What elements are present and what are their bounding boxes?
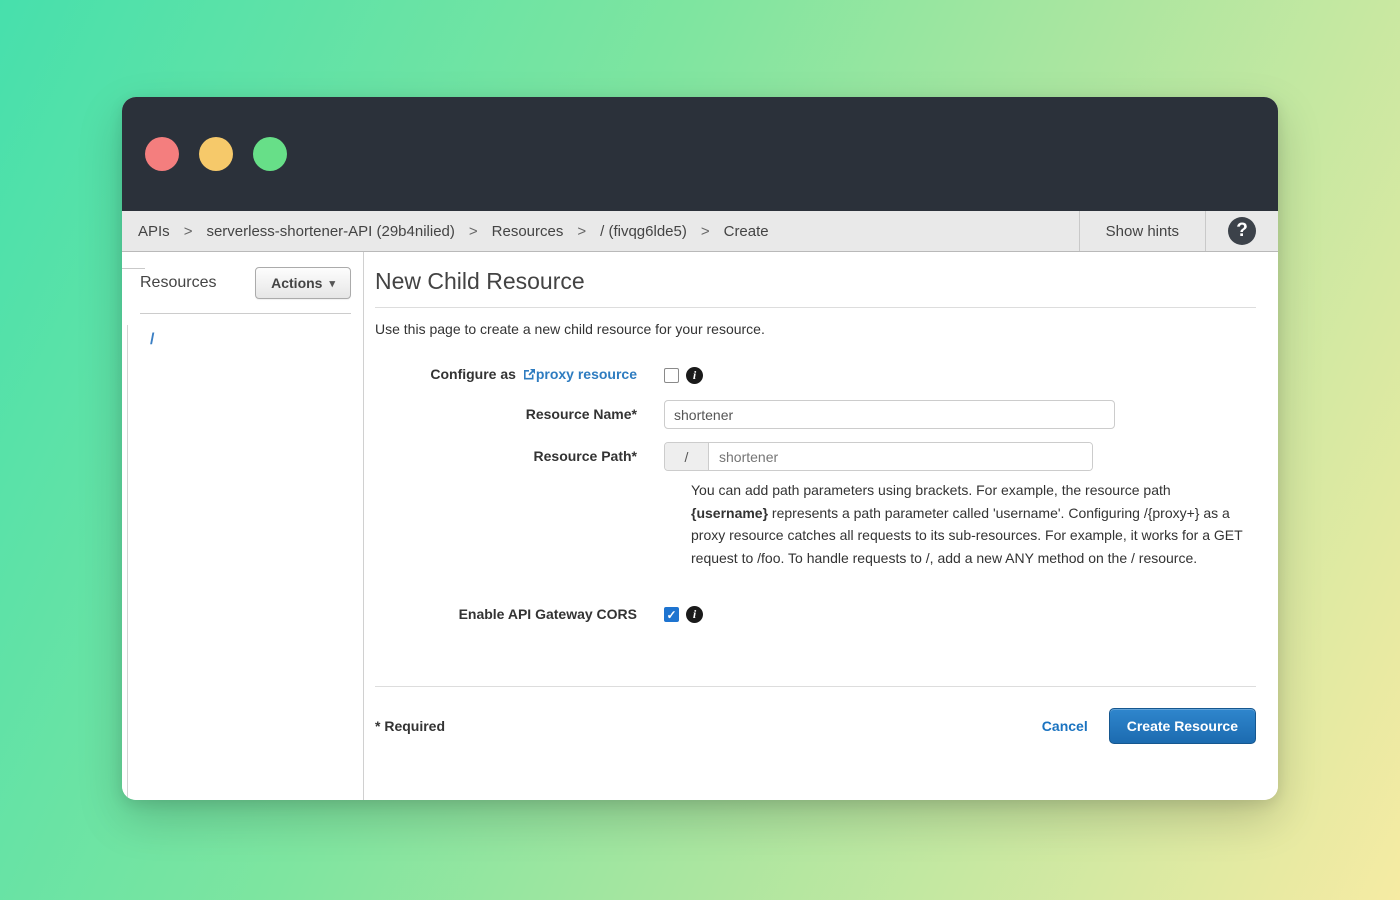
- configure-as-row: Configure as proxy resource i: [375, 366, 1256, 384]
- resource-path-row: Resource Path* /: [375, 442, 1256, 471]
- proxy-resource-link[interactable]: proxy resource: [520, 366, 637, 382]
- path-help-part2: represents a path parameter called 'user…: [691, 505, 1242, 566]
- title-divider: [375, 307, 1256, 308]
- external-link-icon: [523, 368, 536, 384]
- breadcrumb-resources[interactable]: Resources: [492, 223, 564, 240]
- main-panel: New Child Resource Use this page to crea…: [364, 252, 1278, 800]
- enable-cors-checkbox[interactable]: [664, 607, 679, 622]
- breadcrumb-apis[interactable]: APIs: [138, 223, 170, 240]
- configure-as-label-text: Configure as: [430, 366, 516, 382]
- sidebar-title: Resources: [140, 274, 216, 292]
- browser-window: APIs > serverless-shortener-API (29b4nil…: [122, 97, 1278, 800]
- actions-button-label: Actions: [271, 275, 322, 291]
- show-hints-label: Show hints: [1106, 223, 1179, 240]
- resources-sidebar: Resources Actions ▾ /: [122, 252, 364, 800]
- required-note: * Required: [375, 718, 445, 734]
- breadcrumb-api-name[interactable]: serverless-shortener-API (29b4nilied): [206, 223, 454, 240]
- resource-name-row: Resource Name*: [375, 400, 1256, 429]
- enable-cors-row: Enable API Gateway CORS i: [375, 606, 1256, 623]
- form-footer: * Required Cancel Create Resource: [375, 708, 1256, 744]
- info-icon[interactable]: i: [686, 367, 703, 384]
- info-icon[interactable]: i: [686, 606, 703, 623]
- cancel-button[interactable]: Cancel: [1042, 718, 1088, 734]
- intro-text: Use this page to create a new child reso…: [375, 321, 1256, 337]
- resource-path-prefix: /: [665, 443, 709, 470]
- breadcrumb-separator: >: [701, 223, 710, 240]
- breadcrumb: APIs > serverless-shortener-API (29b4nil…: [122, 211, 1079, 251]
- resource-name-input[interactable]: [664, 400, 1115, 429]
- enable-cors-label: Enable API Gateway CORS: [375, 606, 664, 623]
- breadcrumb-bar: APIs > serverless-shortener-API (29b4nil…: [122, 211, 1278, 252]
- breadcrumb-separator: >: [184, 223, 193, 240]
- minimize-window-button[interactable]: [199, 137, 233, 171]
- resource-name-label: Resource Name*: [375, 400, 664, 429]
- zoom-window-button[interactable]: [253, 137, 287, 171]
- configure-as-label: Configure as proxy resource: [375, 366, 664, 384]
- help-icon[interactable]: ?: [1228, 217, 1256, 245]
- window-titlebar: [122, 97, 1278, 211]
- sidebar-header: Resources Actions ▾: [122, 252, 363, 299]
- resource-tree-item-root[interactable]: /: [150, 331, 154, 349]
- path-help-bold: {username}: [691, 505, 768, 521]
- create-resource-button[interactable]: Create Resource: [1109, 708, 1256, 744]
- proxy-resource-link-label: proxy resource: [536, 366, 637, 382]
- path-help-text: You can add path parameters using bracke…: [691, 479, 1247, 569]
- console-content: Resources Actions ▾ / New Child Resource…: [122, 252, 1278, 800]
- resource-path-input-group: /: [664, 442, 1093, 471]
- proxy-resource-checkbox[interactable]: [664, 368, 679, 383]
- breadcrumb-create: Create: [724, 223, 769, 240]
- breadcrumb-right-tools: Show hints ?: [1079, 211, 1278, 251]
- resource-path-label: Resource Path*: [375, 442, 664, 471]
- actions-button[interactable]: Actions ▾: [255, 267, 351, 299]
- resource-path-input[interactable]: [709, 443, 1092, 470]
- path-help-part1: You can add path parameters using bracke…: [691, 482, 1171, 498]
- chevron-down-icon: ▾: [329, 277, 335, 290]
- show-hints-button[interactable]: Show hints: [1079, 211, 1205, 251]
- breadcrumb-separator: >: [577, 223, 586, 240]
- footer-divider: [375, 686, 1256, 687]
- close-window-button[interactable]: [145, 137, 179, 171]
- page-title: New Child Resource: [375, 268, 1256, 295]
- breadcrumb-separator: >: [469, 223, 478, 240]
- breadcrumb-resource-path[interactable]: / (fivqg6lde5): [600, 223, 687, 240]
- help-button-segment: ?: [1205, 211, 1278, 251]
- sidebar-divider: [140, 313, 351, 314]
